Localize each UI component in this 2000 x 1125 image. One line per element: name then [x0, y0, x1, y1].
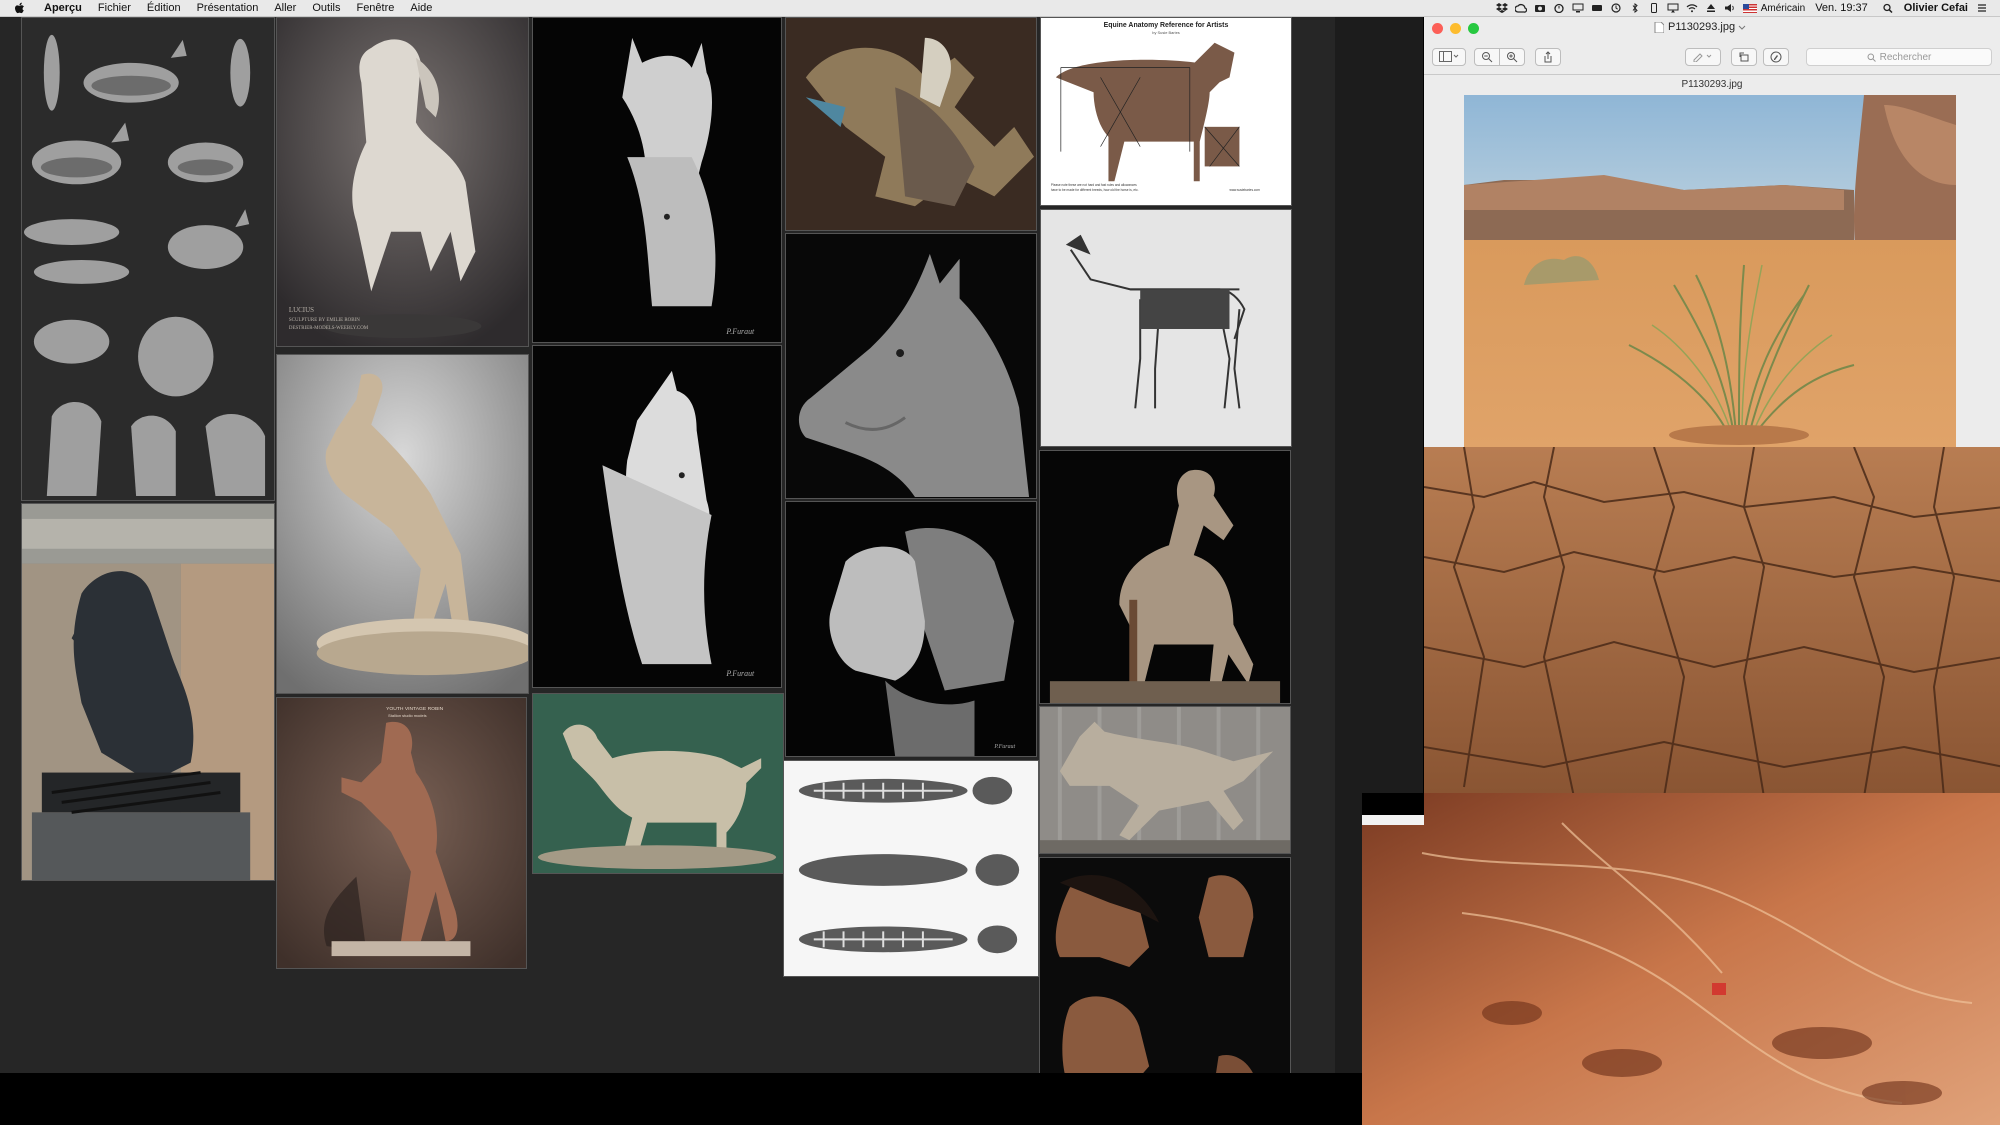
eject-icon[interactable] [1705, 3, 1717, 13]
zoom-button[interactable] [1468, 22, 1479, 34]
horse-sculpt-turnaround-sheet[interactable] [21, 17, 275, 501]
window-controls [1432, 22, 1486, 34]
ecorche-horse-clay-sculpture[interactable] [1039, 450, 1291, 704]
time-machine-icon[interactable] [1610, 3, 1622, 13]
markup-icon [1770, 51, 1782, 62]
anatomy-sheet-byline: by Susie Baries [1152, 30, 1180, 35]
rearing-caption: YOUTH VINTAGE ROBIN [386, 706, 444, 712]
window-title-text: P1130293.jpg [1668, 21, 1736, 33]
sidebar-icon [1439, 51, 1459, 62]
menu-edition[interactable]: Édition [147, 2, 181, 14]
horse-head-muscle-anatomy-render[interactable] [785, 233, 1037, 499]
rearing-subcaption: Stallion studio models [388, 713, 426, 718]
share-icon [1544, 50, 1552, 62]
user-name[interactable]: Olivier Cefai [1904, 2, 1968, 14]
menu-outils[interactable]: Outils [312, 2, 340, 14]
notification-center-icon[interactable] [1976, 3, 1988, 13]
lucius-caption-2: SCULPTURE BY EMILIE ROBIN [289, 318, 360, 323]
pen-icon [1693, 53, 1712, 62]
horse-head-mane-bust-renders[interactable] [1039, 857, 1291, 1090]
sidebar-toggle-button[interactable] [1432, 47, 1466, 66]
draft-horse-clay-sculpture[interactable] [532, 693, 784, 874]
lucius-caption-1: LUCIUS [289, 306, 314, 314]
menu-app-name[interactable]: Aperçu [44, 2, 82, 14]
horse-head-flowing-mane-sculpt[interactable]: P.Furaut [785, 501, 1037, 757]
search-icon [1867, 53, 1876, 62]
zoom-out-icon [1482, 51, 1493, 62]
desert-grass-photo[interactable] [1464, 95, 1956, 447]
bronze-rearing-horse-statue[interactable] [21, 503, 275, 881]
zoom-in-icon [1507, 51, 1518, 62]
dropbox-icon[interactable] [1495, 3, 1508, 13]
lucius-horse-sculpture[interactable]: LUCIUS SCULPTURE BY EMILIE ROBIN DESTRIE… [276, 17, 529, 347]
lucius-caption-3: DESTRIER-MODELS-WEEBLY.COM [289, 326, 369, 331]
spotlight-search-icon[interactable] [1882, 3, 1894, 13]
preview-window[interactable]: P1130293.jpg Rechercher P1130293.jpg [1424, 17, 2000, 447]
minimize-button[interactable] [1450, 22, 1461, 34]
rearing-horse-sculpture-red[interactable]: YOUTH VINTAGE ROBIN Stallion studio mode… [276, 697, 527, 969]
volume-icon[interactable] [1724, 3, 1736, 13]
document-filename-label: P1130293.jpg [1681, 79, 1743, 90]
anatomy-site: www.susiebaries.com [1229, 188, 1260, 192]
menu-clock[interactable]: Ven. 19:37 [1815, 2, 1868, 14]
galloping-horse-sculpture[interactable] [1039, 706, 1291, 854]
anatomy-footnote-2: have to be made for different breeds, ho… [1051, 188, 1139, 192]
artist-signature-3: P.Furaut [993, 744, 1015, 750]
screen-bottom-edge [0, 1073, 1327, 1125]
desert-rock-sand-photo[interactable] [1362, 793, 2000, 1125]
creative-cloud-icon[interactable] [1514, 3, 1527, 13]
cracked-earth-photo[interactable] [1424, 447, 2000, 793]
rotate-icon [1739, 52, 1749, 61]
share-button[interactable] [1535, 47, 1561, 66]
status-area: Américain Ven. 19:37 Olivier Cefai [1489, 0, 2000, 17]
window-title: P1130293.jpg [1654, 21, 1746, 33]
menu-presentation[interactable]: Présentation [197, 2, 259, 14]
zoom-out-button[interactable] [1474, 47, 1500, 66]
camera-icon[interactable] [1534, 3, 1546, 13]
anatomy-sheet-title: Equine Anatomy Reference for Artists [1104, 22, 1229, 29]
artist-signature-1: P.Furaut [725, 327, 755, 336]
stopwatch-icon[interactable] [1553, 3, 1565, 13]
display-icon[interactable] [1572, 3, 1584, 13]
menu-aide[interactable]: Aide [410, 2, 432, 14]
markup-pen-button[interactable] [1685, 47, 1721, 66]
equine-anatomy-reference-sheet[interactable]: Equine Anatomy Reference for Artists by … [1040, 17, 1292, 206]
phone-icon[interactable] [1648, 3, 1660, 13]
apple-menu-icon[interactable] [14, 2, 32, 15]
markup-toolbar-button[interactable] [1763, 47, 1789, 66]
wifi-icon[interactable] [1686, 3, 1698, 13]
rearing-horse-anatomy-render[interactable] [276, 354, 529, 694]
close-button[interactable] [1432, 22, 1443, 34]
chevron-down-icon[interactable] [1738, 23, 1746, 31]
rotate-button[interactable] [1731, 47, 1757, 66]
us-flag-icon[interactable] [1742, 3, 1757, 13]
horse-head-bust-sculpt-1[interactable]: P.Furaut [532, 17, 782, 343]
sculptor-working-on-horse-photo[interactable] [785, 17, 1037, 231]
menu-fichier[interactable]: Fichier [98, 2, 131, 14]
menu-aller[interactable]: Aller [274, 2, 296, 14]
input-source-label[interactable]: Américain [1761, 3, 1805, 14]
menu-bar: Aperçu Fichier Édition Présentation Alle… [0, 0, 2000, 17]
horse-skeleton-drawing[interactable] [1040, 209, 1292, 447]
artist-signature-2: P.Furaut [725, 669, 755, 678]
reference-board-canvas[interactable]: LUCIUS SCULPTURE BY EMILIE ROBIN DESTRIE… [0, 17, 1423, 1090]
horse-head-bust-sculpt-2[interactable]: P.Furaut [532, 345, 782, 688]
preview-titlebar[interactable]: P1130293.jpg [1424, 17, 2000, 39]
horse-skeleton-muscle-top-view[interactable] [783, 760, 1039, 977]
search-field[interactable]: Rechercher [1806, 48, 1992, 66]
document-icon [1654, 21, 1664, 33]
search-placeholder: Rechercher [1879, 51, 1932, 63]
menu-fenetre[interactable]: Fenêtre [356, 2, 394, 14]
anatomy-footnote-1: Please note these are not hard and fast … [1051, 183, 1137, 187]
bluetooth-icon[interactable] [1629, 3, 1641, 13]
zoom-in-button[interactable] [1499, 47, 1525, 66]
preview-toolbar: Rechercher [1424, 39, 2000, 75]
airplay-icon[interactable] [1667, 3, 1679, 13]
gpu-icon[interactable] [1591, 3, 1603, 13]
